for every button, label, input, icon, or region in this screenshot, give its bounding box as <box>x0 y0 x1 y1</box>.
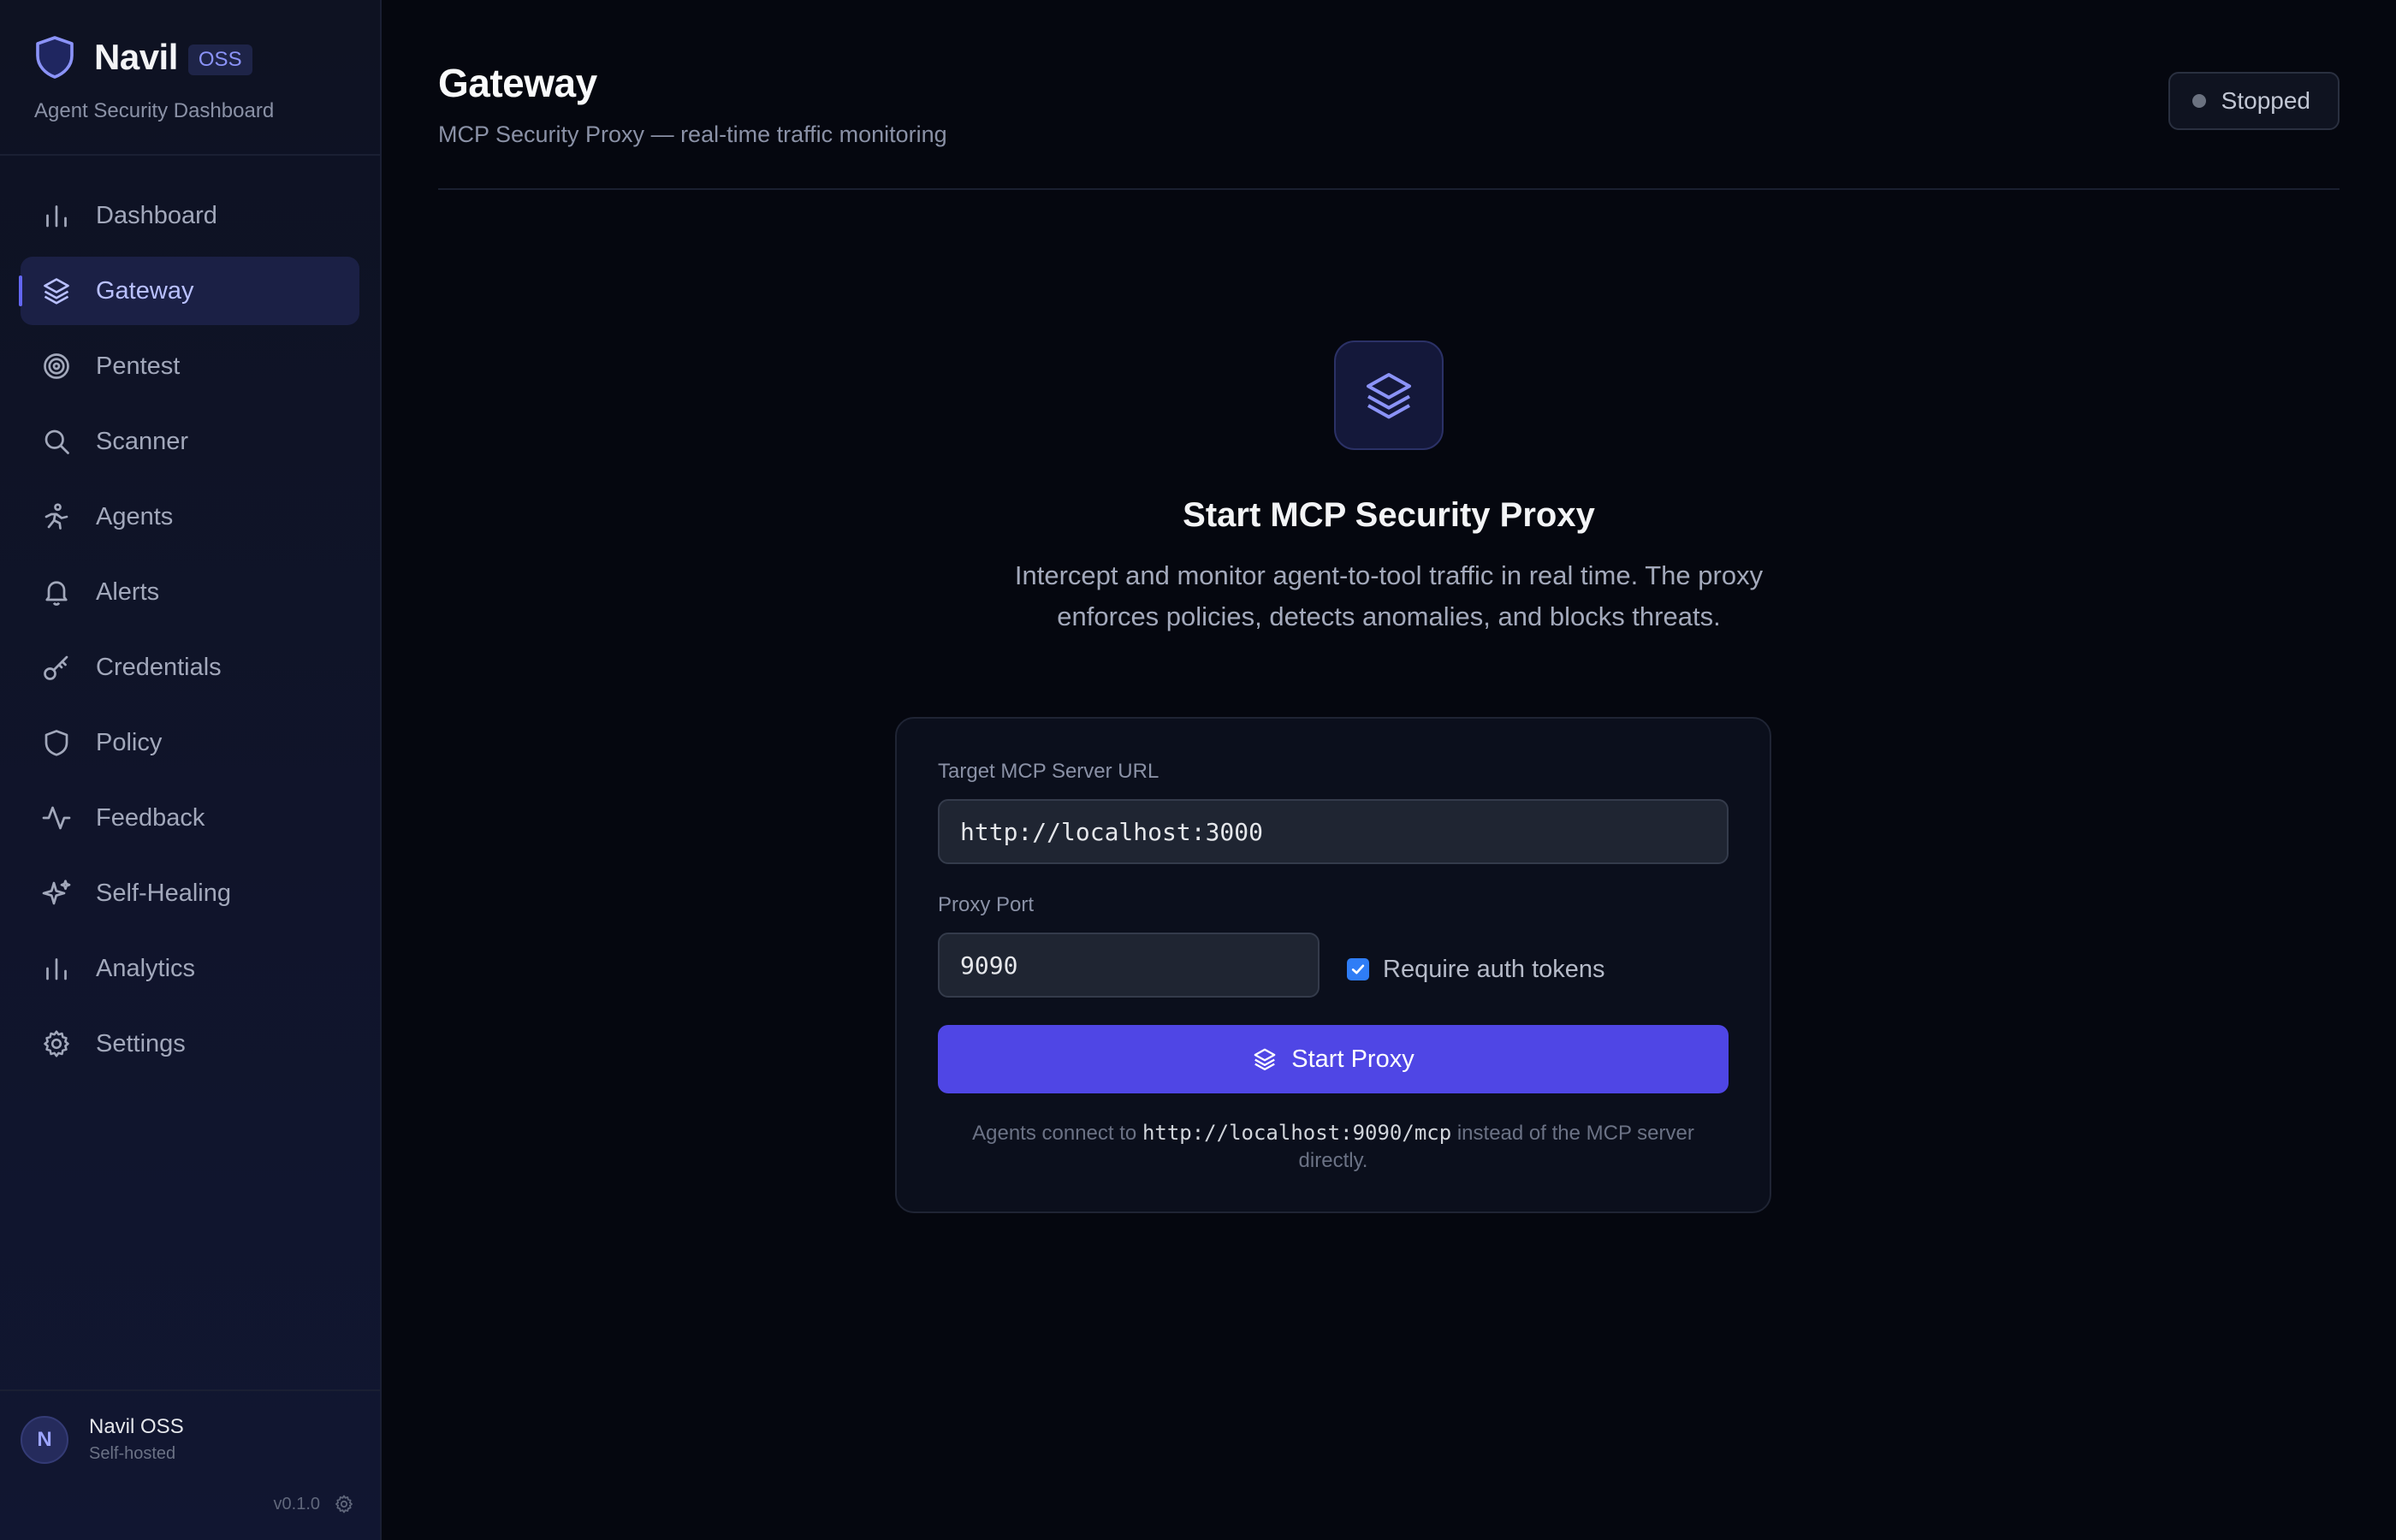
empty-state: Start MCP Security Proxy Intercept and m… <box>382 341 2396 637</box>
sidebar-item-scanner[interactable]: Scanner <box>21 407 359 476</box>
sidebar-item-label: Feedback <box>96 803 205 832</box>
gear-icon[interactable] <box>334 1494 354 1514</box>
checkbox-checked-icon[interactable] <box>1347 958 1369 980</box>
bar-chart-icon <box>46 205 67 228</box>
start-proxy-button[interactable]: Start Proxy <box>938 1025 1729 1093</box>
sidebar: Navil OSS Agent Security Dashboard Dashb… <box>0 0 382 1540</box>
start-proxy-label: Start Proxy <box>1291 1045 1414 1073</box>
sidebar-item-label: Gateway <box>96 276 194 305</box>
sidebar-item-credentials[interactable]: Credentials <box>21 633 359 702</box>
person-running-icon <box>44 503 68 530</box>
connection-hint: Agents connect to http://localhost:9090/… <box>938 1119 1729 1175</box>
page-subtitle: MCP Security Proxy — real-time traffic m… <box>438 121 947 147</box>
empty-state-description: Intercept and monitor agent-to-tool traf… <box>1014 560 1764 631</box>
user-info: Navil OSS Self-hosted <box>89 1415 184 1464</box>
sparkles-icon <box>42 880 71 905</box>
version-row: v0.1.0 <box>274 1494 354 1514</box>
activity-icon <box>42 806 71 830</box>
target-url-input[interactable] <box>938 799 1729 864</box>
require-auth-label: Require auth tokens <box>1383 955 1605 983</box>
shield-icon <box>44 730 68 756</box>
layers-icon <box>44 278 69 305</box>
bar-chart-icon <box>46 958 67 980</box>
user-profile[interactable]: N Navil OSS Self-hosted <box>21 1415 359 1464</box>
sidebar-item-label: Dashboard <box>96 201 217 229</box>
sidebar-item-label: Agents <box>96 502 174 530</box>
proxy-port-input[interactable] <box>938 933 1320 998</box>
require-auth-checkbox[interactable]: Require auth tokens <box>1347 956 1605 984</box>
sidebar-item-policy[interactable]: Policy <box>21 708 359 777</box>
sidebar-item-label: Credentials <box>96 653 222 681</box>
status-dot-icon <box>2191 94 2206 108</box>
app-root: Navil OSS Agent Security Dashboard Dashb… <box>0 0 2396 1540</box>
layers-icon <box>1254 1048 1276 1070</box>
page-title: Gateway <box>438 61 597 105</box>
sidebar-item-label: Settings <box>96 1029 186 1057</box>
sidebar-item-label: Alerts <box>96 578 160 606</box>
sidebar-item-analytics[interactable]: Analytics <box>21 934 359 1003</box>
sidebar-item-feedback[interactable]: Feedback <box>21 784 359 852</box>
status-badge: Stopped <box>2168 72 2340 130</box>
url-field-label: Target MCP Server URL <box>938 760 1159 783</box>
layers-icon <box>1334 341 1444 450</box>
target-icon <box>44 353 69 379</box>
sidebar-item-label: Policy <box>96 728 163 756</box>
hint-prefix: Agents connect to <box>972 1122 1137 1145</box>
port-field-label: Proxy Port <box>938 893 1035 916</box>
user-name: Navil OSS <box>89 1415 184 1438</box>
sidebar-item-self-healing[interactable]: Self-Healing <box>21 859 359 927</box>
user-subtitle: Self-hosted <box>89 1444 176 1463</box>
sidebar-item-pentest[interactable]: Pentest <box>21 332 359 400</box>
sidebar-item-gateway[interactable]: Gateway <box>19 257 359 325</box>
sidebar-item-label: Scanner <box>96 427 189 455</box>
sidebar-item-label: Analytics <box>96 954 196 982</box>
page-header: Gateway MCP Security Proxy — real-time t… <box>438 0 2340 190</box>
main-content: Gateway MCP Security Proxy — real-time t… <box>382 0 2396 1540</box>
status-label: Stopped <box>2221 87 2310 114</box>
sidebar-nav: Dashboard Gateway Pentest Scanner Agents… <box>0 0 380 1085</box>
hint-endpoint: http://localhost:9090/mcp <box>1142 1121 1452 1145</box>
sidebar-item-alerts[interactable]: Alerts <box>21 558 359 626</box>
sidebar-item-settings[interactable]: Settings <box>21 1010 359 1078</box>
search-icon <box>44 429 69 454</box>
sidebar-item-label: Pentest <box>96 352 181 380</box>
gear-icon <box>44 1030 69 1057</box>
port-row: Require auth tokens <box>938 933 1729 998</box>
sidebar-footer: N Navil OSS Self-hosted v0.1.0 <box>0 1389 380 1540</box>
sidebar-item-dashboard[interactable]: Dashboard <box>21 181 359 250</box>
bell-icon <box>45 581 68 606</box>
avatar: N <box>21 1415 68 1464</box>
version-label: v0.1.0 <box>273 1494 320 1513</box>
key-icon <box>44 655 68 680</box>
empty-state-title: Start MCP Security Proxy <box>1183 496 1595 534</box>
proxy-config-card: Target MCP Server URL Proxy Port Require… <box>895 717 1771 1213</box>
sidebar-item-label: Self-Healing <box>96 879 231 907</box>
sidebar-item-agents[interactable]: Agents <box>21 483 359 551</box>
